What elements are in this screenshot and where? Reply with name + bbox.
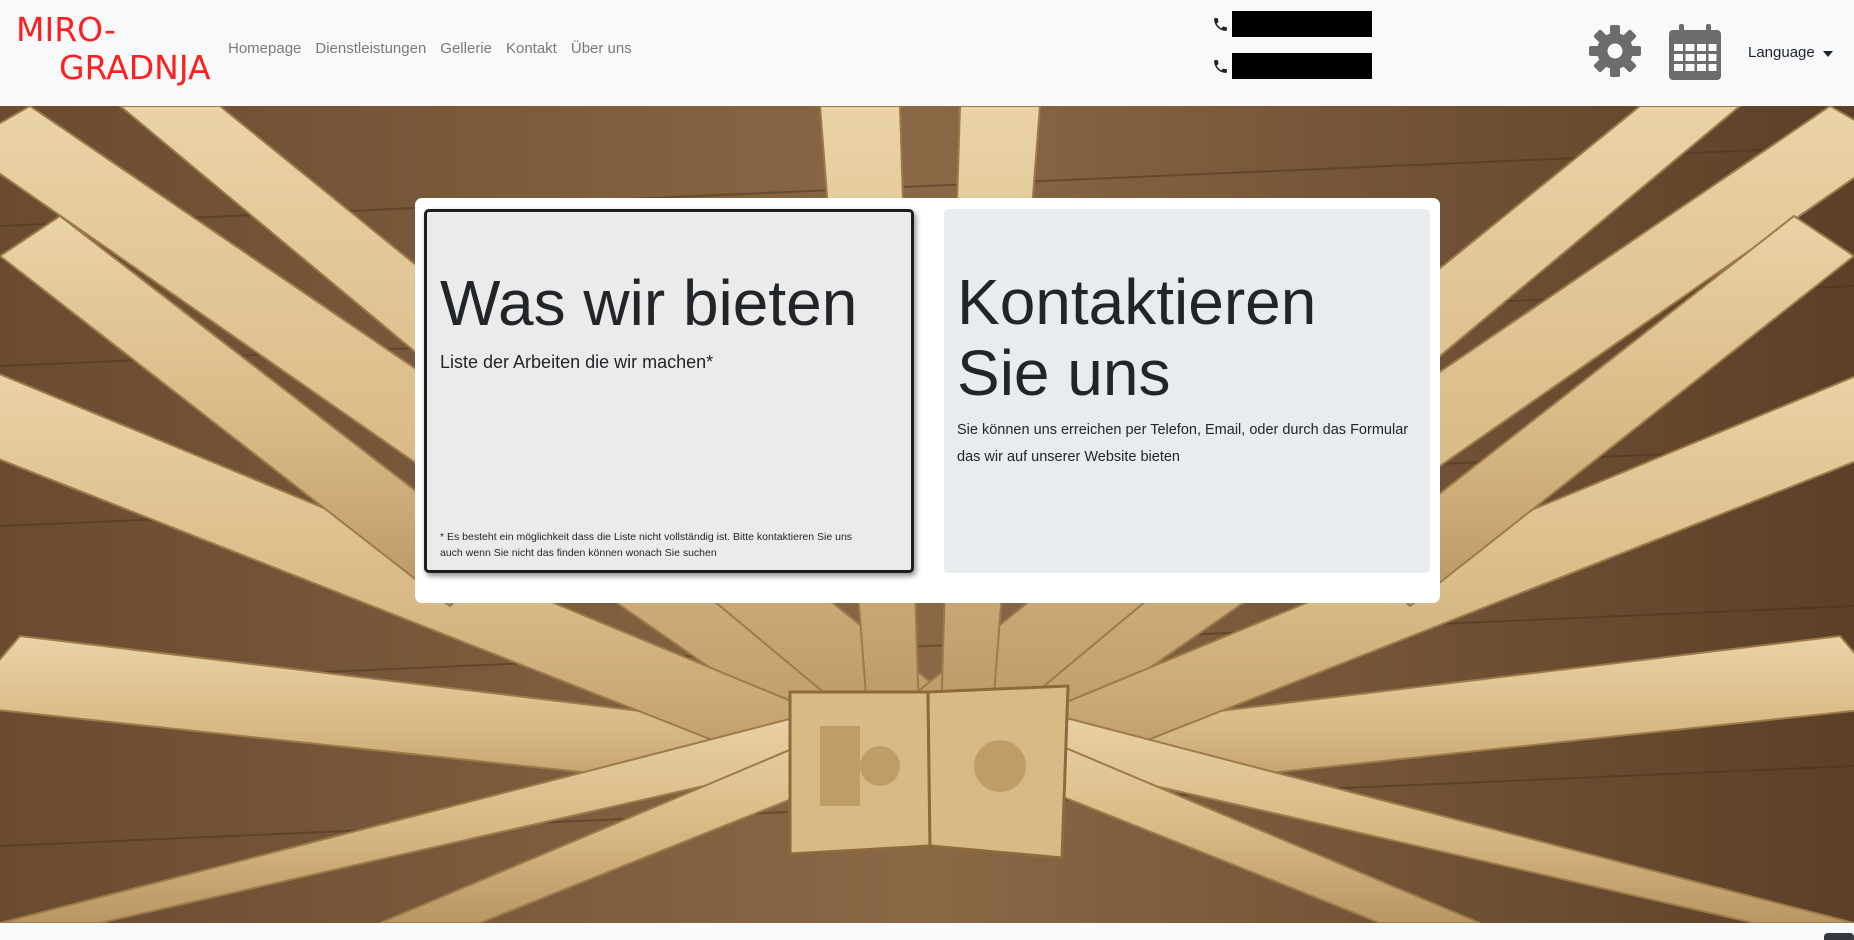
services-footnote: * Es besteht ein möglichkeit dass die Li… [440, 531, 853, 559]
phone-icon [1214, 59, 1227, 73]
main-nav: Homepage Dienstleistungen Gellerie Konta… [228, 40, 632, 57]
content-panel: Was wir bieten Liste der Arbeiten die wi… [415, 198, 1440, 603]
phone-contact-1[interactable] [1212, 11, 1372, 37]
phone-icon [1214, 17, 1227, 31]
nav-kontakt[interactable]: Kontakt [506, 40, 557, 57]
phone-number-redacted [1232, 11, 1372, 37]
phone-number-redacted [1232, 53, 1372, 79]
brand-line-1: MIRO- [16, 10, 116, 49]
nav-ueber-uns[interactable]: Über uns [571, 40, 632, 57]
contact-card[interactable]: Kontaktieren Sie uns Sie können uns erre… [944, 209, 1430, 573]
language-dropdown[interactable]: Language [1748, 44, 1833, 61]
caret-down-icon [1822, 50, 1833, 57]
nav-homepage[interactable]: Homepage [228, 40, 301, 57]
contact-title: Kontaktieren Sie uns [957, 266, 1317, 409]
nav-dienstleistungen[interactable]: Dienstleistungen [315, 40, 426, 57]
nav-gellerie[interactable]: Gellerie [440, 40, 492, 57]
navbar: MIRO- GRADNJA Homepage Dienstleistungen … [0, 0, 1854, 106]
brand-logo[interactable]: MIRO- GRADNJA [16, 11, 216, 91]
services-card[interactable]: Was wir bieten Liste der Arbeiten die wi… [424, 209, 914, 573]
gear-icon[interactable] [1588, 24, 1642, 78]
services-lead: Liste der Arbeiten die wir machen* [440, 352, 714, 372]
footer [0, 923, 1854, 940]
hero-section: Was wir bieten Liste der Arbeiten die wi… [0, 106, 1854, 923]
contact-body: Sie können uns erreichen per Telefon, Em… [957, 422, 1409, 465]
brand-line-2: GRADNJA [59, 48, 211, 87]
scroll-to-top-button[interactable] [1824, 933, 1854, 940]
phone-contact-2[interactable] [1212, 53, 1372, 79]
calendar-icon[interactable] [1666, 22, 1724, 82]
services-title: Was wir bieten [440, 267, 858, 339]
language-label: Language [1748, 44, 1815, 61]
